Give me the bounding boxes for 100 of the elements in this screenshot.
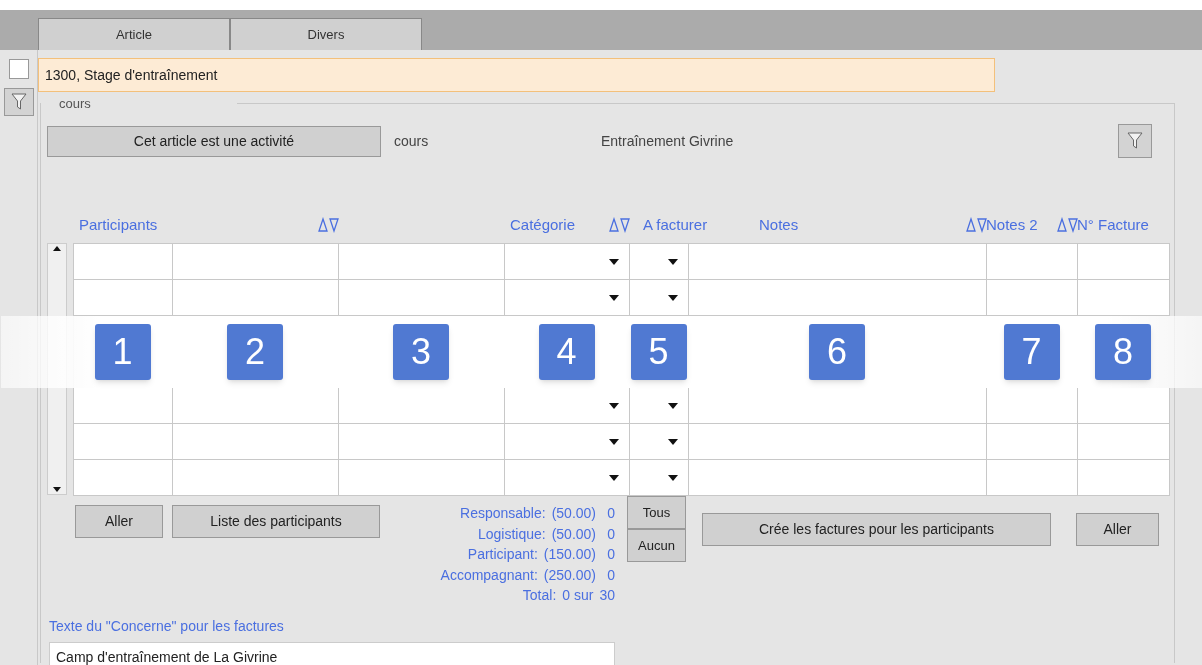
- summary-label: Participant:: [467, 545, 538, 564]
- select-button[interactable]: Aucun: [627, 529, 686, 562]
- number-badge: 8: [1095, 324, 1151, 380]
- filter-button[interactable]: [3, 88, 34, 116]
- table-cell[interactable]: [505, 424, 630, 460]
- summary-count: 0: [606, 524, 615, 544]
- dropdown-caret-icon[interactable]: [609, 438, 619, 445]
- table-cell[interactable]: [339, 424, 505, 460]
- summary-price: (50.00): [551, 524, 596, 544]
- activity-name: Entraînement Givrine: [601, 131, 734, 151]
- dropdown-caret-icon[interactable]: [668, 258, 678, 265]
- activity-button[interactable]: Cet article est une activité: [47, 125, 381, 157]
- table-cell[interactable]: [339, 280, 505, 316]
- table-cell[interactable]: [1078, 460, 1170, 496]
- column-header: N° Facture: [1077, 214, 1149, 235]
- summary-label: Accompagnant:: [440, 565, 538, 585]
- go-button[interactable]: Aller: [75, 505, 163, 538]
- scroll-up-icon[interactable]: [53, 246, 61, 251]
- table-cell[interactable]: [505, 460, 630, 496]
- table-cell[interactable]: [74, 244, 173, 280]
- table-cell[interactable]: [689, 460, 987, 496]
- go-button[interactable]: Aller: [1076, 513, 1159, 546]
- record-title: 1300, Stage d'entraînement: [45, 65, 218, 85]
- dropdown-caret-icon[interactable]: [668, 294, 678, 301]
- table-cell[interactable]: [987, 244, 1078, 280]
- table-cell[interactable]: [505, 280, 630, 316]
- participants-list-button[interactable]: Liste des participants: [172, 505, 380, 538]
- table-cell[interactable]: [339, 388, 505, 424]
- number-badge: 6: [809, 324, 865, 380]
- table-cell[interactable]: [1078, 244, 1170, 280]
- table-cell[interactable]: [173, 424, 339, 460]
- summary-price: (150.00): [543, 545, 596, 564]
- table-cell[interactable]: [74, 460, 173, 496]
- number-badge: 7: [1003, 324, 1060, 380]
- sort-icon[interactable]: [966, 217, 988, 233]
- table-cell[interactable]: [1078, 424, 1170, 460]
- dropdown-caret-icon[interactable]: [609, 474, 619, 481]
- table-cell[interactable]: [1078, 280, 1170, 316]
- table-cell[interactable]: [173, 388, 339, 424]
- table-cell[interactable]: [630, 388, 689, 424]
- dropdown-caret-icon[interactable]: [609, 258, 619, 265]
- table-cell[interactable]: [689, 244, 987, 280]
- dropdown-caret-icon[interactable]: [668, 402, 678, 409]
- column-header: Notes 2: [986, 214, 1038, 235]
- tab[interactable]: Article: [38, 18, 230, 50]
- number-badge: 2: [227, 324, 283, 380]
- table-cell[interactable]: [505, 244, 630, 280]
- summary-price: (50.00): [551, 504, 596, 523]
- column-header: A facturer: [643, 214, 708, 235]
- table-cell[interactable]: [689, 388, 987, 424]
- filter-icon: [10, 93, 27, 111]
- sort-icon[interactable]: [1057, 217, 1079, 233]
- table-cell[interactable]: [74, 280, 173, 316]
- scroll-down-icon[interactable]: [53, 487, 61, 492]
- summary-count: 0: [606, 565, 615, 585]
- total-label: Total:: [522, 586, 557, 605]
- table-cell[interactable]: [74, 388, 173, 424]
- table-cell[interactable]: [630, 244, 689, 280]
- summary-count: 0: [606, 545, 615, 564]
- table-cell[interactable]: [987, 280, 1078, 316]
- table-cell[interactable]: [987, 388, 1078, 424]
- column-header: Catégorie: [510, 214, 576, 235]
- filter-icon: [1127, 132, 1143, 150]
- sort-icon[interactable]: [318, 217, 340, 233]
- table-cell[interactable]: [689, 424, 987, 460]
- table-cell[interactable]: [630, 460, 689, 496]
- concerne-field[interactable]: Camp d'entraînement de La Givrine: [49, 641, 615, 665]
- create-invoices-button[interactable]: Crée les factures pour les participants: [702, 513, 1051, 546]
- table-cell[interactable]: [505, 388, 630, 424]
- select-button[interactable]: Tous: [627, 496, 686, 529]
- table-cell[interactable]: [339, 460, 505, 496]
- number-badge: 3: [393, 324, 449, 380]
- table-cell[interactable]: [630, 280, 689, 316]
- table-cell[interactable]: [74, 424, 173, 460]
- dropdown-caret-icon[interactable]: [668, 474, 678, 481]
- dropdown-caret-icon[interactable]: [668, 438, 678, 445]
- summary-price: (250.00): [543, 565, 596, 585]
- total-max: 30: [599, 586, 615, 605]
- tab[interactable]: Divers: [230, 18, 422, 50]
- number-badge: 4: [538, 324, 595, 380]
- table-cell[interactable]: [987, 460, 1078, 496]
- sort-icon[interactable]: [609, 217, 631, 233]
- table-cell[interactable]: [630, 424, 689, 460]
- table-cell[interactable]: [173, 280, 339, 316]
- column-header: Notes: [759, 214, 799, 235]
- number-badge: 5: [630, 324, 687, 380]
- table-cell[interactable]: [987, 424, 1078, 460]
- table-cell[interactable]: [339, 244, 505, 280]
- number-badge: 1: [94, 324, 151, 380]
- table-cell[interactable]: [1078, 388, 1170, 424]
- table-cell[interactable]: [689, 280, 987, 316]
- table-cell[interactable]: [173, 460, 339, 496]
- dropdown-caret-icon[interactable]: [609, 294, 619, 301]
- summary-label: Responsable:: [460, 504, 546, 523]
- checkbox[interactable]: [8, 59, 29, 79]
- column-header: Participants: [79, 214, 158, 235]
- dropdown-caret-icon[interactable]: [609, 402, 619, 409]
- type-label: cours: [394, 131, 430, 151]
- filter-button[interactable]: [1118, 124, 1152, 158]
- table-cell[interactable]: [173, 244, 339, 280]
